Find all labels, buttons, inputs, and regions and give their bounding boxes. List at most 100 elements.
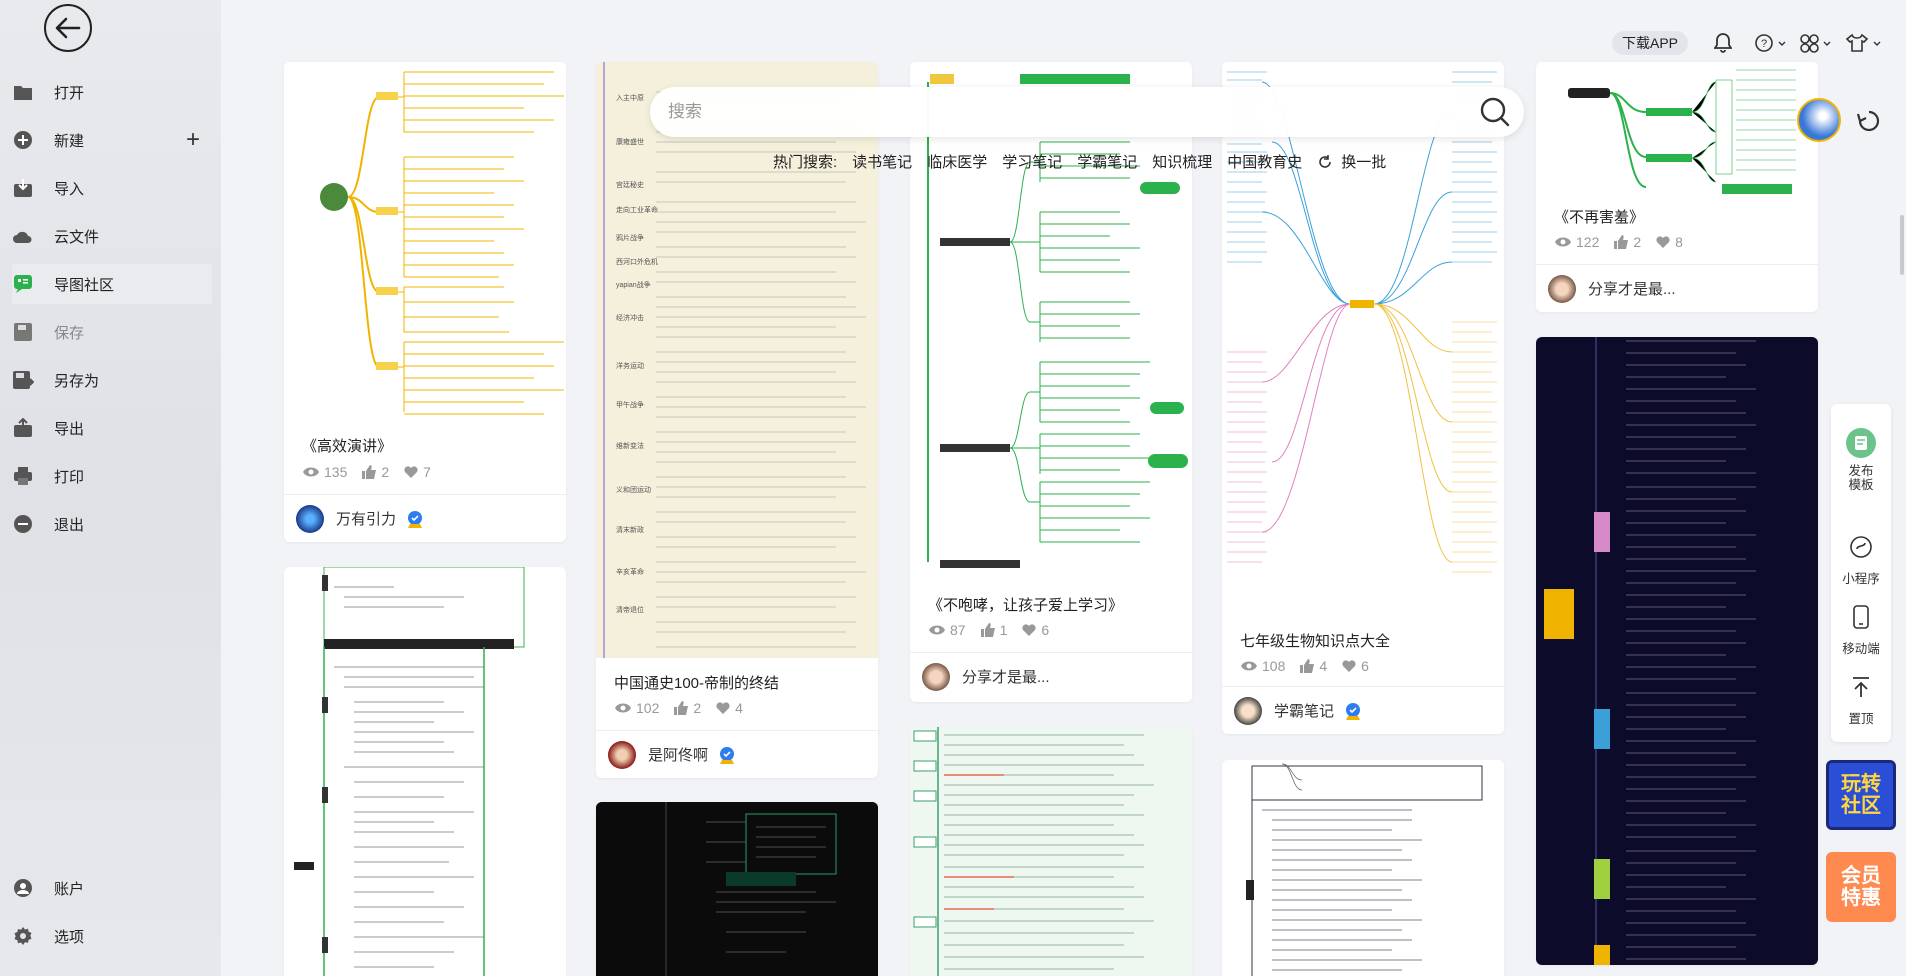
sidebar-item-label: 打开 <box>54 84 85 102</box>
sidebar-item-import[interactable]: 导入 <box>12 168 212 208</box>
card-title: 《不再害羞》 <box>1554 209 1645 226</box>
author-name: 分享才是最... <box>1588 281 1676 298</box>
help-icon[interactable]: ? <box>1755 32 1791 54</box>
avatar <box>1548 274 1576 303</box>
community-icon <box>12 273 34 295</box>
template-card[interactable] <box>284 567 566 976</box>
search-bar <box>650 87 1524 137</box>
thumb-up-icon <box>362 465 377 479</box>
refresh-button[interactable]: 换一批 <box>1317 151 1401 172</box>
sidebar-item-account[interactable]: 账户 <box>12 868 212 908</box>
mobile-icon <box>1846 602 1876 632</box>
fav-count: 4 <box>735 700 743 716</box>
user-icon <box>12 877 34 899</box>
publish-template-button[interactable]: 发布模板 <box>1831 428 1891 492</box>
author-name: 分享才是最... <box>962 669 1050 686</box>
sidebar-item-export[interactable]: 导出 <box>12 408 212 448</box>
refresh-label: 换一批 <box>1341 154 1387 171</box>
miniprogram-button[interactable]: 小程序 <box>1831 532 1891 587</box>
hot-term[interactable]: 学习笔记 <box>1002 151 1062 172</box>
view-count: 102 <box>636 700 660 716</box>
eye-icon <box>615 703 631 713</box>
card-title: 七年级生物知识点大全 <box>1240 633 1391 650</box>
svg-text:康雍盛世: 康雍盛世 <box>616 137 644 146</box>
mindmap-preview <box>927 74 1188 568</box>
bell-icon[interactable] <box>1712 32 1734 54</box>
back-to-top-button[interactable]: 置顶 <box>1831 672 1891 727</box>
view-count: 135 <box>324 464 348 480</box>
card-author[interactable]: 学霸笔记 <box>1222 686 1504 734</box>
hot-term[interactable]: 知识梳理 <box>1152 151 1212 172</box>
user-avatar[interactable] <box>1797 98 1841 142</box>
svg-text:yapian战争: yapian战争 <box>616 280 651 289</box>
template-card[interactable] <box>596 802 878 976</box>
sidebar-item-label: 新建 <box>54 132 85 150</box>
heart-icon <box>1342 660 1356 672</box>
card-thumbnail <box>596 802 878 976</box>
community-promo-banner[interactable]: 玩转社区 <box>1826 760 1896 830</box>
card-author[interactable]: 万有引力 <box>284 494 566 542</box>
hot-term[interactable]: 临床医学 <box>927 151 987 172</box>
card-author[interactable]: 分享才是最... <box>910 652 1192 700</box>
hot-term[interactable]: 学霸笔记 <box>1077 151 1137 172</box>
sidebar-item-open[interactable]: 打开 <box>12 72 212 112</box>
thumb-up-icon <box>980 623 995 637</box>
search-icon[interactable] <box>1480 97 1510 127</box>
like-count: 2 <box>693 700 702 716</box>
template-card[interactable]: 《不再害羞》 122 2 8 分享才是最... <box>1536 62 1818 312</box>
sidebar-item-cloud[interactable]: 云文件 <box>12 216 212 256</box>
sidebar-item-save-as[interactable]: 另存为 <box>12 360 212 400</box>
svg-text:辛亥革命: 辛亥革命 <box>616 567 644 576</box>
printer-icon <box>12 465 34 487</box>
scrollbar-thumb[interactable] <box>1900 215 1904 275</box>
svg-text:鸦片战争: 鸦片战争 <box>616 233 644 242</box>
template-card[interactable]: 《高效演讲》 135 2 7 万有引力 <box>284 62 566 542</box>
heart-icon <box>1022 624 1036 636</box>
sidebar-item-print[interactable]: 打印 <box>12 456 212 496</box>
sidebar-item-label: 云文件 <box>54 228 100 246</box>
card-thumbnail <box>1222 62 1504 612</box>
svg-text:入主中原: 入主中原 <box>616 93 644 102</box>
sidebar-item-save[interactable]: 保存 <box>12 312 212 352</box>
sidebar: 打开 新建 + 导入 云文件 导图社区 保存 另存为 导出 打印 退出 账户 选… <box>0 0 221 976</box>
svg-text:洋务运动: 洋务运动 <box>616 361 644 370</box>
card-stats: 102 2 4 <box>614 700 751 716</box>
template-card[interactable] <box>1222 760 1504 976</box>
svg-text:?: ? <box>1761 38 1767 50</box>
plus-circle-icon <box>12 129 34 151</box>
template-card[interactable] <box>910 727 1192 976</box>
card-thumbnail <box>1536 337 1818 965</box>
back-button[interactable] <box>44 4 92 52</box>
sidebar-item-label: 账户 <box>54 880 85 898</box>
card-title: 《高效演讲》 <box>302 438 393 455</box>
eye-icon <box>929 625 945 635</box>
hot-term[interactable]: 中国教育史 <box>1227 151 1302 172</box>
template-card[interactable] <box>1536 337 1818 965</box>
add-icon[interactable]: + <box>186 126 200 154</box>
sidebar-item-community[interactable]: 导图社区 <box>12 264 212 304</box>
hot-term[interactable]: 读书笔记 <box>852 151 912 172</box>
skin-shirt-icon[interactable] <box>1846 32 1882 54</box>
heart-icon <box>404 466 418 478</box>
thumb-up-icon <box>674 701 689 715</box>
sidebar-item-options[interactable]: 选项 <box>12 916 212 956</box>
history-icon[interactable] <box>1852 104 1886 138</box>
arrow-up-icon <box>1846 672 1876 702</box>
sidebar-item-new[interactable]: 新建 + <box>12 120 212 160</box>
card-author[interactable]: 是阿佟啊 <box>596 730 878 778</box>
svg-text:清末新政: 清末新政 <box>616 525 644 534</box>
arrow-left-icon <box>55 17 81 39</box>
vip-promo-banner[interactable]: 会员特惠 <box>1826 852 1896 922</box>
sidebar-item-label: 退出 <box>54 516 85 534</box>
search-input[interactable] <box>668 97 1428 127</box>
mobile-button[interactable]: 移动端 <box>1831 602 1891 657</box>
card-author[interactable]: 分享才是最... <box>1536 264 1818 312</box>
sidebar-item-label: 选项 <box>54 928 85 946</box>
eye-icon <box>303 467 319 477</box>
view-count: 122 <box>1576 234 1600 250</box>
download-app-button[interactable]: 下载APP <box>1612 31 1689 55</box>
apps-grid-icon[interactable] <box>1800 32 1836 54</box>
mindmap-preview <box>320 71 564 415</box>
sidebar-item-exit[interactable]: 退出 <box>12 504 212 544</box>
refresh-icon <box>1319 154 1332 168</box>
